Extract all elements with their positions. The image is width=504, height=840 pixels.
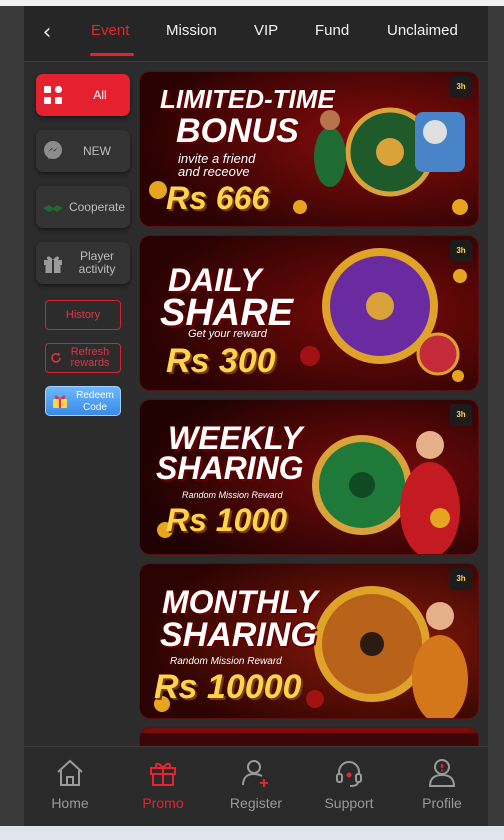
app-window: ‹ Event Mission VIP Fund Unclaimed All N…: [24, 6, 488, 826]
redeem-code-label: Redeem Code: [76, 390, 114, 413]
tab-event[interactable]: Event: [91, 22, 129, 39]
banner-amount: Rs 666: [166, 180, 270, 216]
nav-label: Home: [51, 795, 89, 811]
refresh-rewards-button[interactable]: Refresh rewards: [45, 343, 121, 373]
banner-monthly-sharing[interactable]: 3h MONTHLY SHARING Random Mission Reward…: [140, 564, 478, 718]
history-button[interactable]: History: [45, 300, 121, 330]
nav-register[interactable]: Register: [210, 747, 302, 826]
nav-label: Support: [324, 795, 374, 811]
bottom-edge: [0, 826, 504, 840]
banner-title-line1: LIMITED-TIME: [160, 84, 335, 114]
banner-subtitle: Random Mission Reward: [182, 490, 283, 500]
nav-label: Register: [229, 795, 283, 811]
banner-weekly-sharing[interactable]: 3h WEEKLY SHARING Random Mission Reward …: [140, 400, 478, 554]
brand-logo: 3h: [450, 240, 472, 262]
tab-fund[interactable]: Fund: [315, 22, 349, 39]
user-add-icon: [242, 760, 268, 787]
refresh-rewards-label: Refresh rewards: [70, 346, 110, 369]
brand-logo: 3h: [450, 404, 472, 426]
sidebar-item-new[interactable]: NEW: [36, 130, 130, 172]
sidebar-item-label: NEW: [83, 143, 111, 158]
sidebar-item-all[interactable]: All: [36, 74, 130, 116]
banner-limited-time-bonus[interactable]: 3h LIMITED-TIME BONUS invite a friend an…: [140, 72, 478, 226]
user-alert-icon: [428, 759, 456, 787]
banner-subtitle: invite a friend and receove: [178, 151, 256, 179]
home-icon: [57, 759, 83, 786]
banner-title-line2: SHARING: [156, 450, 304, 486]
nav-home[interactable]: Home: [24, 747, 116, 826]
banner-title-line2: SHARING: [160, 616, 317, 654]
banner-amount: Rs 300: [166, 342, 276, 380]
gift-icon: [44, 256, 62, 273]
gift-icon: [150, 762, 176, 786]
brand-logo: 3h: [450, 568, 472, 590]
refresh-icon: [51, 352, 61, 363]
nav-support[interactable]: Support: [303, 747, 395, 826]
banner-daily-share[interactable]: 3h DAILY SHARE Get your reward Rs 300: [140, 236, 478, 390]
sidebar-item-label: Cooperate: [68, 199, 126, 214]
banner-title-line2: BONUS: [176, 112, 299, 150]
chevron-left-icon[interactable]: ‹: [34, 20, 60, 46]
tab-unclaimed[interactable]: Unclaimed: [387, 22, 458, 39]
redeem-code-button[interactable]: Redeem Code: [45, 386, 121, 416]
handshake-icon: [43, 205, 63, 212]
nav-label: Profile: [422, 795, 462, 811]
banner-amount: Rs 1000: [166, 502, 287, 538]
chat-bubble-icon: [44, 141, 62, 159]
sidebar-item-cooperate[interactable]: Cooperate: [36, 186, 130, 228]
sidebar-item-label: All: [93, 87, 107, 102]
active-tab-indicator: [90, 53, 134, 56]
sidebar-item-label: Player activity: [78, 249, 116, 276]
nav-label: Promo: [142, 795, 184, 811]
nav-profile[interactable]: Profile: [396, 747, 488, 826]
tab-mission[interactable]: Mission: [166, 22, 217, 39]
bottom-nav: Home Promo Register Support Profile: [24, 746, 488, 826]
gift-icon: [53, 395, 67, 408]
headset-icon: [336, 761, 362, 787]
banner-amount: Rs 10000: [154, 668, 302, 706]
screen-frame: ‹ Event Mission VIP Fund Unclaimed All N…: [0, 0, 504, 840]
banner-subtitle: Get your reward: [188, 328, 267, 340]
sidebar-item-player-activity[interactable]: Player activity: [36, 242, 130, 284]
nav-promo[interactable]: Promo: [117, 747, 209, 826]
brand-logo: 3h: [450, 76, 472, 98]
top-tab-bar: ‹ Event Mission VIP Fund Unclaimed: [24, 6, 488, 62]
grid-icon: [44, 85, 63, 104]
tab-vip[interactable]: VIP: [254, 22, 278, 39]
banner-subtitle: Random Mission Reward: [170, 656, 282, 667]
